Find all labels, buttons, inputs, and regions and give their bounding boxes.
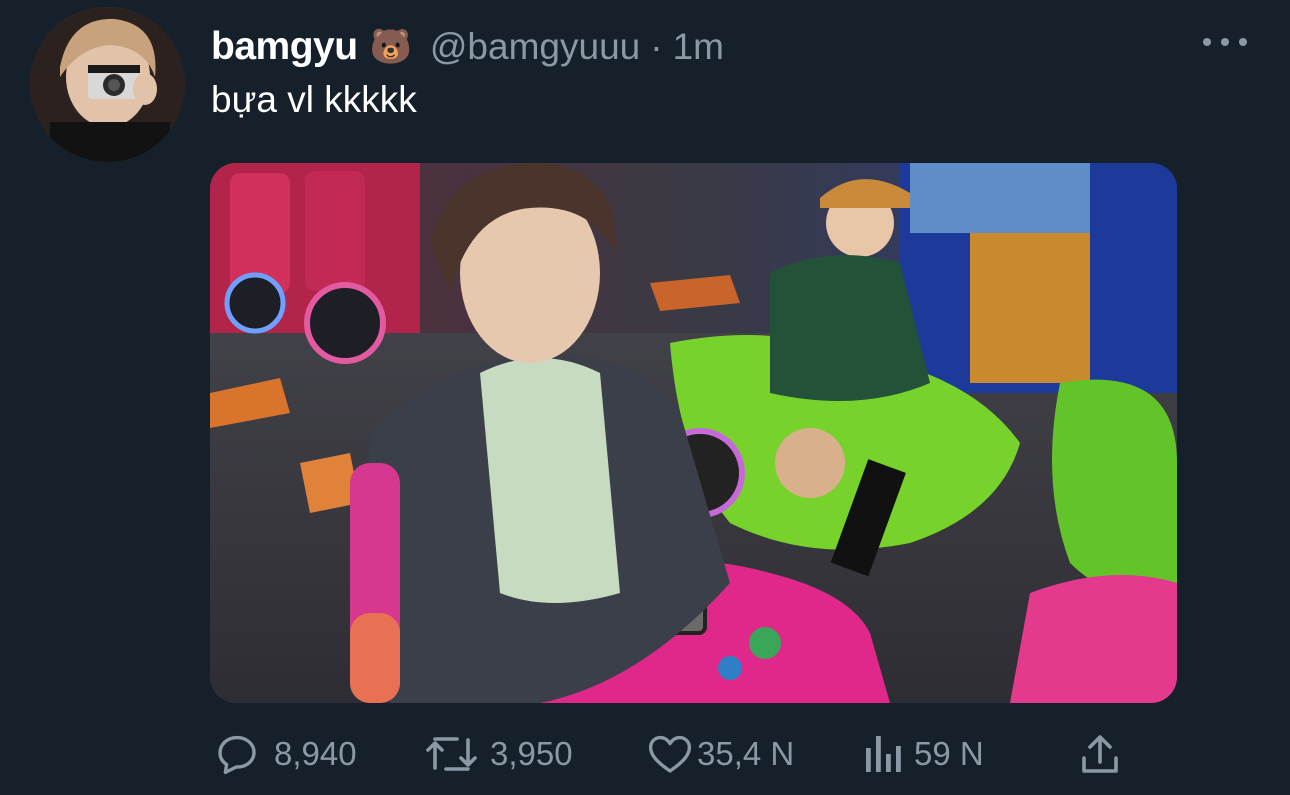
more-dots-icon (1239, 38, 1247, 46)
separator-dot: · (650, 26, 663, 67)
tweet-card: bamgyu 🐻 @bamgyuuu · 1m bựa vl kkkkk 8,9… (0, 0, 1290, 795)
more-dots-icon (1221, 38, 1229, 46)
views-count: 59 N (914, 735, 984, 772)
like-count: 35,4 N (697, 735, 795, 772)
views-bar-chart-icon (866, 736, 901, 772)
retweet-count: 3,950 (490, 735, 573, 772)
user-handle[interactable]: @bamgyuuu (430, 26, 640, 68)
avatar-photo (30, 7, 185, 162)
arcade-photo (210, 163, 1177, 703)
tweet-header: bamgyu 🐻 @bamgyuuu · 1m (211, 24, 724, 70)
display-name[interactable]: bamgyu (211, 25, 358, 69)
retweet-icon (426, 737, 477, 771)
share-upload-icon (1082, 735, 1118, 773)
views-button[interactable]: 59 N (863, 727, 984, 781)
reply-count: 8,940 (274, 735, 357, 772)
timestamp[interactable]: 1m (673, 26, 724, 68)
share-button[interactable] (1077, 727, 1123, 781)
retweet-button[interactable]: 3,950 (423, 727, 573, 781)
avatar[interactable] (30, 7, 185, 162)
more-options-button[interactable] (1203, 28, 1247, 56)
reply-bubble-icon (218, 735, 256, 775)
tweet-text: bựa vl kkkkk (211, 79, 417, 120)
more-dots-icon (1203, 38, 1211, 46)
reply-button[interactable]: 8,940 (213, 727, 357, 781)
tweet-actions: 8,940 3,950 35,4 N 59 N (0, 727, 1290, 781)
heart-icon (648, 735, 692, 773)
tweet-media-image[interactable] (210, 163, 1177, 703)
like-button[interactable]: 35,4 N (645, 727, 794, 781)
bear-emoji-icon: 🐻 (369, 28, 412, 66)
